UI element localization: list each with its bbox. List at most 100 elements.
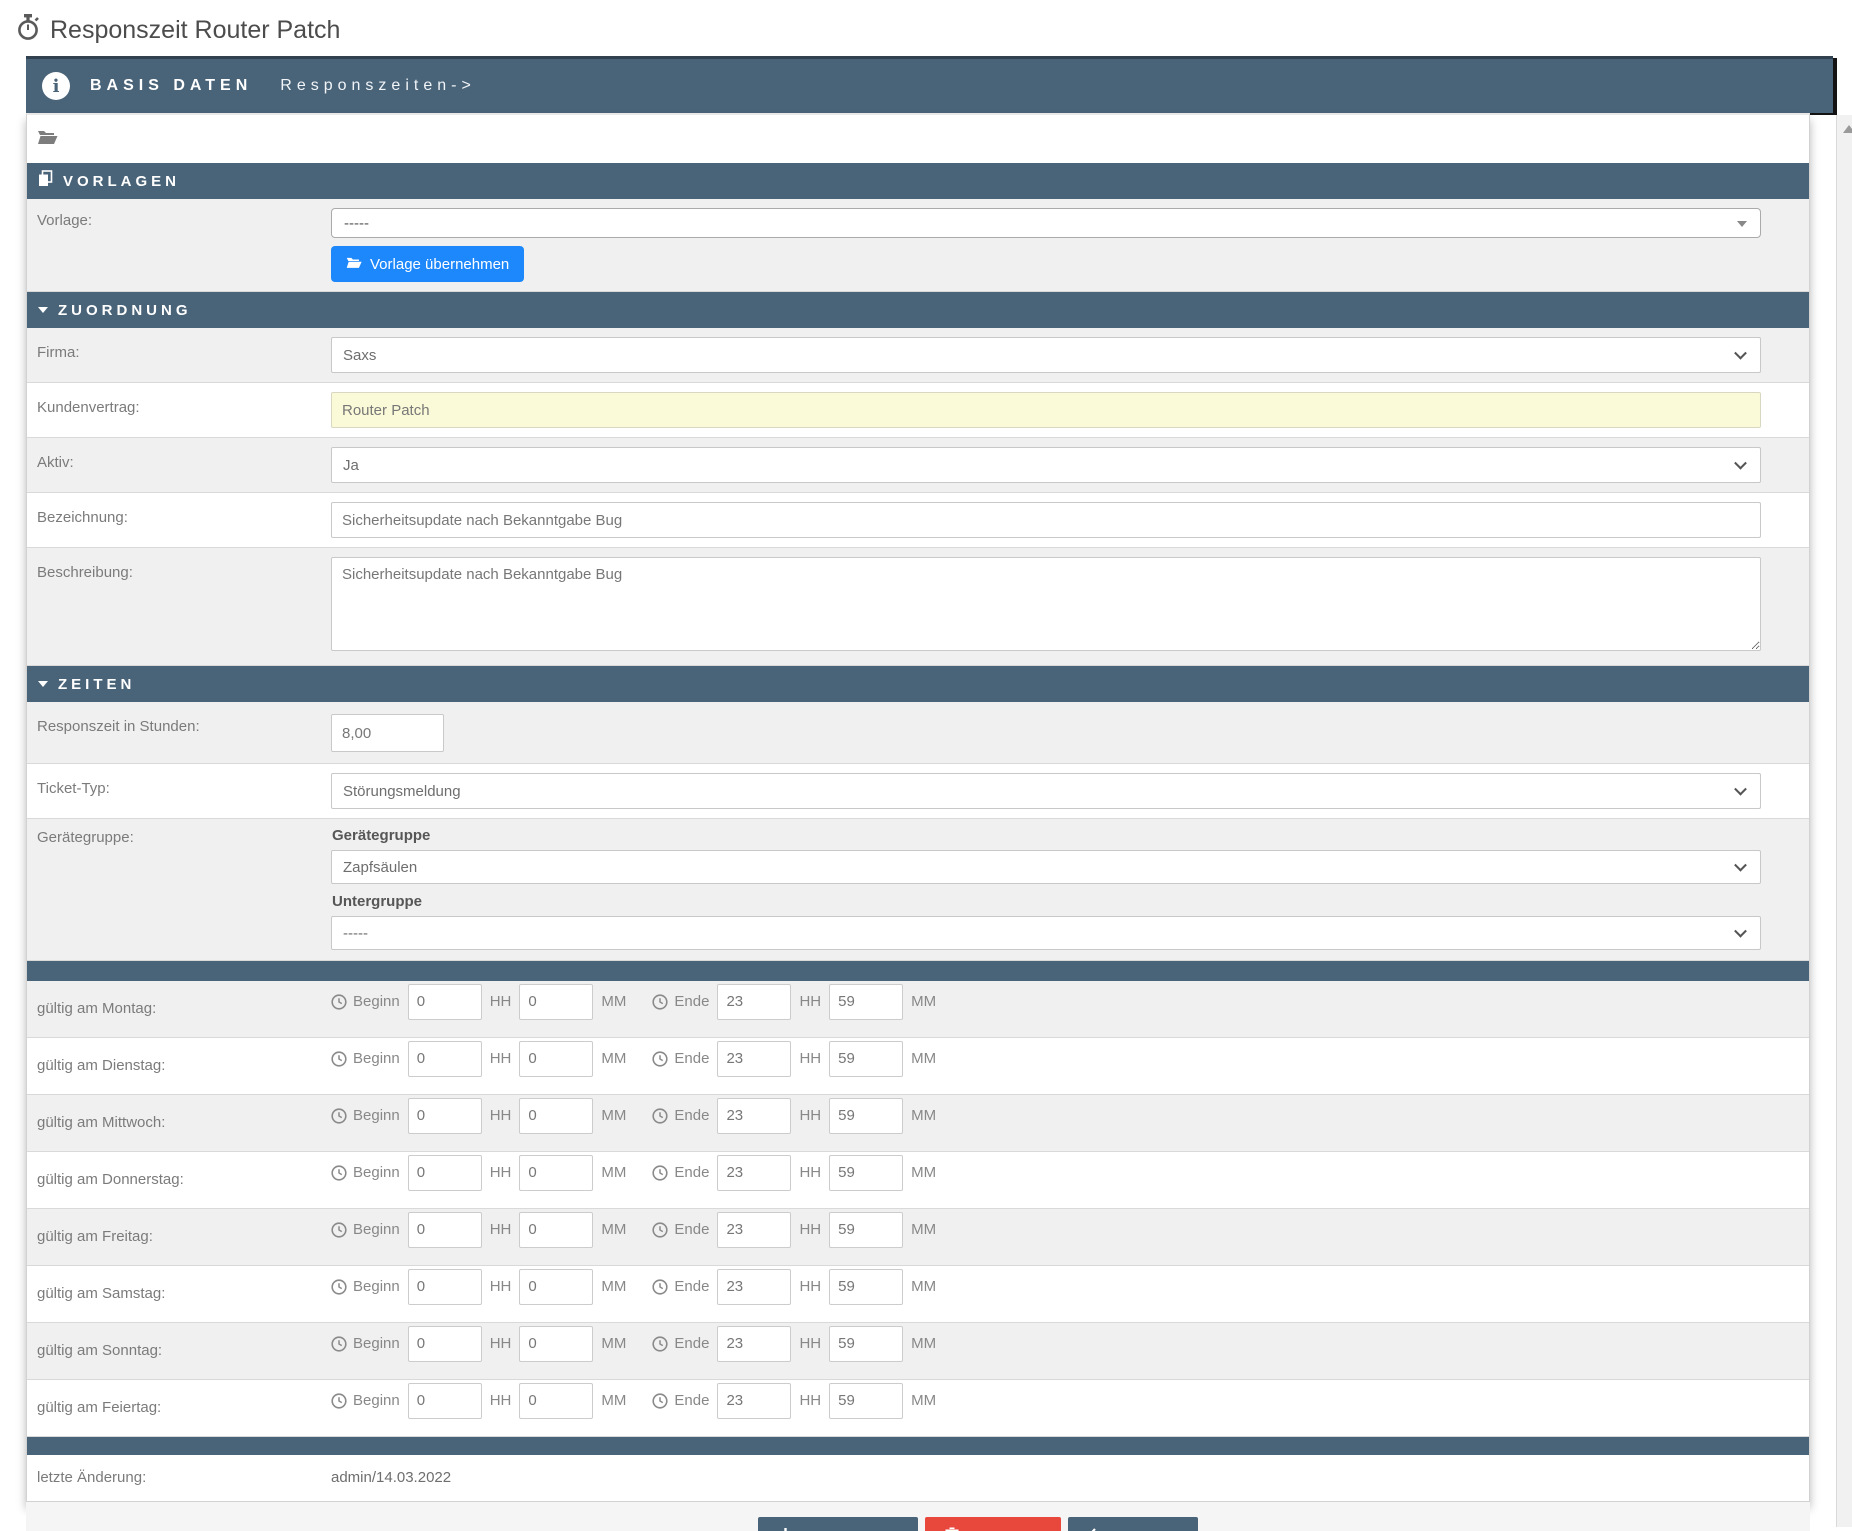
end-mm-input[interactable] bbox=[829, 1268, 904, 1305]
clock-icon bbox=[652, 1107, 668, 1124]
end-mm-input[interactable] bbox=[829, 983, 904, 1020]
mm-unit: MM bbox=[911, 1107, 937, 1124]
aktiv-select[interactable]: Ja bbox=[331, 447, 1761, 483]
separator-bar bbox=[27, 1437, 1809, 1455]
mm-unit: MM bbox=[601, 1335, 627, 1352]
firma-select[interactable]: Saxs bbox=[331, 337, 1761, 373]
begin-hh-input[interactable] bbox=[407, 983, 482, 1020]
back-button[interactable]: Zurück bbox=[1068, 1517, 1199, 1531]
end-label: Ende bbox=[674, 1392, 710, 1409]
info-icon: i bbox=[42, 72, 70, 100]
geraetegruppe-selected-value: Zapfsäulen bbox=[343, 858, 418, 876]
begin-mm-input[interactable] bbox=[519, 1040, 594, 1077]
day-label: gültig am Mittwoch: bbox=[37, 1114, 166, 1131]
end-mm-input[interactable] bbox=[829, 1382, 904, 1419]
clock-icon bbox=[331, 1392, 347, 1409]
end-mm-input[interactable] bbox=[829, 1211, 904, 1248]
end-hh-input[interactable] bbox=[717, 1097, 792, 1134]
clock-icon bbox=[652, 1050, 668, 1067]
end-mm-input[interactable] bbox=[829, 1154, 904, 1191]
caret-down-icon bbox=[38, 307, 48, 313]
geraetegruppe-label: Gerätegruppe: bbox=[37, 829, 134, 846]
section-bar-zuordnung[interactable]: ZUORDNUNG bbox=[27, 292, 1809, 328]
end-label: Ende bbox=[674, 1164, 710, 1181]
kundenvertrag-row: Kundenvertrag: bbox=[27, 383, 1809, 438]
begin-hh-input[interactable] bbox=[407, 1382, 482, 1419]
begin-label: Beginn bbox=[353, 1107, 400, 1124]
copy-icon bbox=[38, 170, 53, 192]
end-hh-input[interactable] bbox=[717, 1325, 792, 1362]
kundenvertrag-input[interactable] bbox=[331, 392, 1761, 428]
time-row: gültig am Samstag: Beginn HH MM Ende HH MM bbox=[27, 1266, 1809, 1323]
begin-hh-input[interactable] bbox=[407, 1097, 482, 1134]
begin-hh-input[interactable] bbox=[407, 1325, 482, 1362]
end-mm-input[interactable] bbox=[829, 1097, 904, 1134]
vorlage-select[interactable]: ----- bbox=[331, 208, 1761, 238]
beschreibung-textarea[interactable] bbox=[331, 557, 1761, 651]
begin-label: Beginn bbox=[353, 1278, 400, 1295]
begin-mm-input[interactable] bbox=[519, 1097, 594, 1134]
form-panel: VORLAGEN Vorlage: ----- Vorlage übernehm bbox=[26, 113, 1810, 1502]
ticket-typ-select[interactable]: Störungsmeldung bbox=[331, 773, 1761, 809]
clock-icon bbox=[652, 1392, 668, 1409]
day-label: gültig am Dienstag: bbox=[37, 1057, 166, 1074]
mm-unit: MM bbox=[601, 1278, 627, 1295]
time-row: gültig am Freitag: Beginn HH MM Ende HH MM bbox=[27, 1209, 1809, 1266]
separator-bar bbox=[27, 961, 1809, 981]
aktiv-row: Aktiv: Ja bbox=[27, 438, 1809, 493]
mm-unit: MM bbox=[601, 1221, 627, 1238]
begin-hh-input[interactable] bbox=[407, 1040, 482, 1077]
last-change-row: letzte Änderung: admin/14.03.2022 bbox=[27, 1455, 1809, 1501]
begin-hh-input[interactable] bbox=[407, 1211, 482, 1248]
hh-unit: HH bbox=[799, 1335, 822, 1352]
begin-label: Beginn bbox=[353, 993, 400, 1010]
hh-unit: HH bbox=[489, 1278, 512, 1295]
bezeichnung-input[interactable] bbox=[331, 502, 1761, 538]
begin-mm-input[interactable] bbox=[519, 1211, 594, 1248]
beschreibung-label: Beschreibung: bbox=[37, 564, 133, 581]
end-hh-input[interactable] bbox=[717, 983, 792, 1020]
end-mm-input[interactable] bbox=[829, 1325, 904, 1362]
chevron-down-icon bbox=[1734, 456, 1747, 470]
ticket-typ-row: Ticket-Typ: Störungsmeldung bbox=[27, 764, 1809, 819]
folder-open-icon[interactable] bbox=[37, 129, 58, 150]
vertical-scrollbar[interactable] bbox=[1836, 115, 1852, 1527]
bezeichnung-row: Bezeichnung: bbox=[27, 493, 1809, 548]
begin-mm-input[interactable] bbox=[519, 1382, 594, 1419]
end-hh-input[interactable] bbox=[717, 1040, 792, 1077]
scroll-up-arrow-icon[interactable] bbox=[1843, 125, 1852, 133]
end-mm-input[interactable] bbox=[829, 1040, 904, 1077]
untergruppe-select[interactable]: ----- bbox=[331, 916, 1761, 950]
begin-hh-input[interactable] bbox=[407, 1154, 482, 1191]
clock-icon bbox=[652, 1164, 668, 1181]
mm-unit: MM bbox=[911, 1050, 937, 1067]
begin-label: Beginn bbox=[353, 1335, 400, 1352]
section-bar-vorlagen[interactable]: VORLAGEN bbox=[27, 163, 1809, 199]
begin-mm-input[interactable] bbox=[519, 1268, 594, 1305]
end-hh-input[interactable] bbox=[717, 1211, 792, 1248]
end-hh-input[interactable] bbox=[717, 1382, 792, 1419]
save-button[interactable]: Speichern bbox=[757, 1517, 918, 1531]
end-label: Ende bbox=[674, 1278, 710, 1295]
vorlage-uebernehmen-button[interactable]: Vorlage übernehmen bbox=[331, 246, 525, 282]
end-label: Ende bbox=[674, 1050, 710, 1067]
responszeit-input[interactable] bbox=[331, 714, 444, 752]
end-hh-input[interactable] bbox=[717, 1268, 792, 1305]
section-bar-zeiten[interactable]: ZEITEN bbox=[27, 666, 1809, 702]
day-label: gültig am Sonntag: bbox=[37, 1342, 163, 1359]
begin-mm-input[interactable] bbox=[519, 1154, 594, 1191]
aktiv-label: Aktiv: bbox=[37, 454, 74, 471]
trash-icon bbox=[945, 1527, 959, 1531]
geraetegruppe-select[interactable]: Zapfsäulen bbox=[331, 850, 1761, 884]
toolbar-row bbox=[27, 115, 1809, 163]
delete-button[interactable]: löschen bbox=[924, 1517, 1062, 1531]
last-change-label: letzte Änderung: bbox=[37, 1469, 147, 1486]
end-hh-input[interactable] bbox=[717, 1154, 792, 1191]
begin-mm-input[interactable] bbox=[519, 983, 594, 1020]
begin-mm-input[interactable] bbox=[519, 1325, 594, 1362]
day-label: gültig am Montag: bbox=[37, 1000, 157, 1017]
hh-unit: HH bbox=[799, 1107, 822, 1124]
begin-hh-input[interactable] bbox=[407, 1268, 482, 1305]
last-change-value: admin/14.03.2022 bbox=[331, 1469, 452, 1486]
hh-unit: HH bbox=[489, 1050, 512, 1067]
